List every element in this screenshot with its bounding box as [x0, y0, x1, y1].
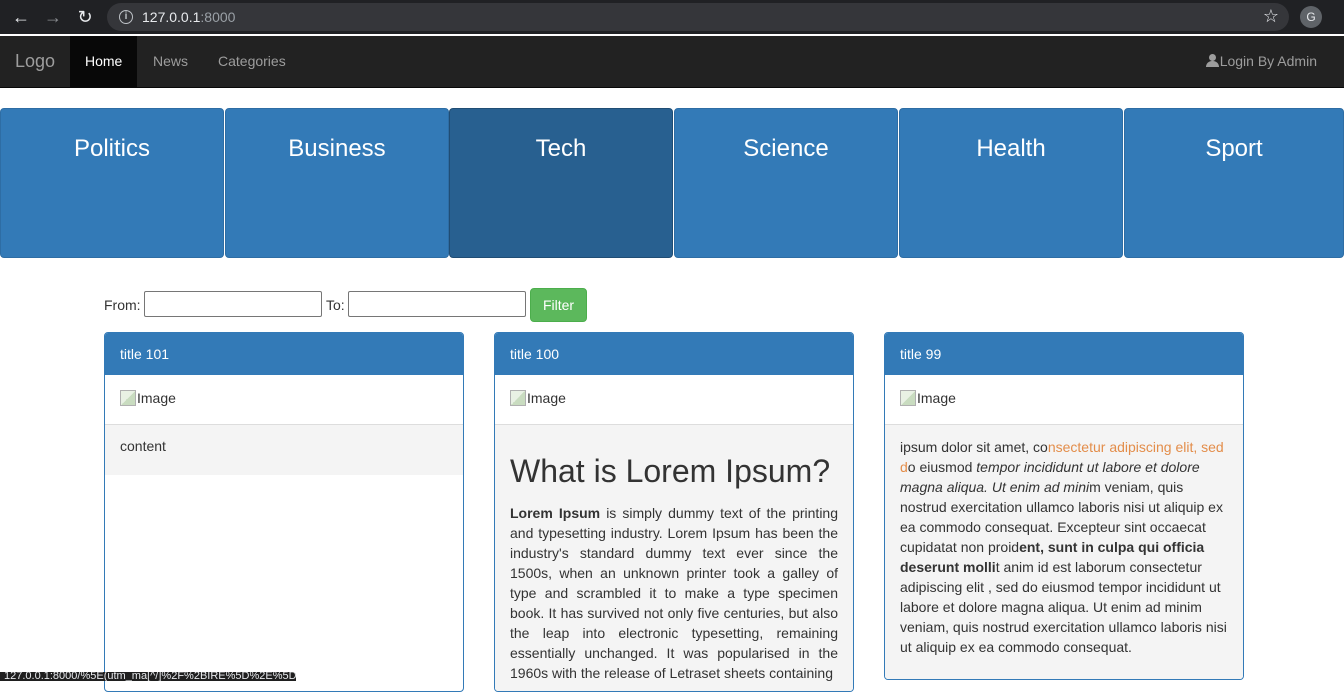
- post-content-paragraph: ipsum dolor sit amet, consectetur adipis…: [900, 437, 1228, 657]
- post-content: What is Lorem Ipsum? Lorem Ipsum is simp…: [495, 425, 853, 691]
- back-arrow-icon[interactable]: ←: [11, 7, 31, 27]
- forward-arrow-icon[interactable]: →: [43, 7, 63, 27]
- browser-toolbar: ← → ↻ i 127.0.0.1:8000 ☆ G: [0, 0, 1344, 34]
- from-date-input[interactable]: [144, 291, 322, 317]
- paragraph-text: is simply dummy text of the printing and…: [510, 505, 838, 682]
- category-tiles: Politics Business Tech Science Health Sp…: [0, 108, 1344, 258]
- post-title[interactable]: title 100: [495, 333, 853, 375]
- status-bar-url: 127.0.0.1:8000/%5E(utm_ma[^/]%2F%2BIRE%5…: [0, 672, 296, 681]
- post-content: content: [105, 425, 463, 475]
- post-card: title 101 Image content: [104, 332, 464, 692]
- broken-image-icon: [120, 390, 136, 406]
- broken-image-icon: [900, 390, 916, 406]
- profile-avatar[interactable]: G: [1300, 6, 1322, 28]
- url-port: :8000: [200, 9, 236, 25]
- category-science[interactable]: Science: [674, 108, 898, 258]
- address-bar[interactable]: i 127.0.0.1:8000 ☆: [107, 3, 1289, 31]
- category-health[interactable]: Health: [899, 108, 1123, 258]
- filter-button[interactable]: Filter: [530, 288, 587, 322]
- nav-categories[interactable]: Categories: [203, 36, 301, 87]
- site-navbar: Logo Home News Categories Login By Admin: [0, 36, 1344, 88]
- url-host: 127.0.0.1: [142, 9, 201, 25]
- info-icon[interactable]: i: [119, 10, 133, 24]
- post-card: title 100 Image What is Lorem Ipsum? Lor…: [494, 332, 854, 692]
- address-url[interactable]: 127.0.0.1:8000: [142, 9, 235, 25]
- category-politics[interactable]: Politics: [0, 108, 224, 258]
- login-link[interactable]: Login By Admin: [1205, 36, 1317, 87]
- post-card: title 99 Image ipsum dolor sit amet, con…: [884, 332, 1244, 680]
- post-title[interactable]: title 101: [105, 333, 463, 375]
- image-alt-text: Image: [137, 390, 176, 406]
- category-business[interactable]: Business: [225, 108, 449, 258]
- to-label: To:: [326, 297, 345, 313]
- image-alt-text: Image: [917, 390, 956, 406]
- post-content-heading: What is Lorem Ipsum?: [510, 453, 831, 489]
- nav-home[interactable]: Home: [70, 36, 138, 87]
- post-content: ipsum dolor sit amet, consectetur adipis…: [885, 425, 1243, 679]
- text-segment: o eiusmod: [907, 459, 977, 475]
- post-image: Image: [105, 375, 463, 425]
- post-image: Image: [885, 375, 1243, 425]
- reload-icon[interactable]: ↻: [75, 7, 95, 27]
- bookmark-star-icon[interactable]: ☆: [1263, 6, 1279, 27]
- user-icon: [1205, 54, 1219, 67]
- category-sport[interactable]: Sport: [1124, 108, 1344, 258]
- post-image: Image: [495, 375, 853, 425]
- from-label: From:: [104, 297, 141, 313]
- to-date-input[interactable]: [348, 291, 526, 317]
- login-label: Login By Admin: [1219, 53, 1317, 69]
- text-segment: ipsum dolor sit amet, co: [900, 439, 1048, 455]
- broken-image-icon: [510, 390, 526, 406]
- post-content-paragraph: Lorem Ipsum is simply dummy text of the …: [510, 503, 838, 683]
- brand-logo[interactable]: Logo: [15, 51, 55, 72]
- bold-lead: Lorem Ipsum: [510, 505, 601, 522]
- image-alt-text: Image: [527, 390, 566, 406]
- nav-news[interactable]: News: [138, 36, 203, 87]
- post-title[interactable]: title 99: [885, 333, 1243, 375]
- category-tech[interactable]: Tech: [449, 108, 673, 258]
